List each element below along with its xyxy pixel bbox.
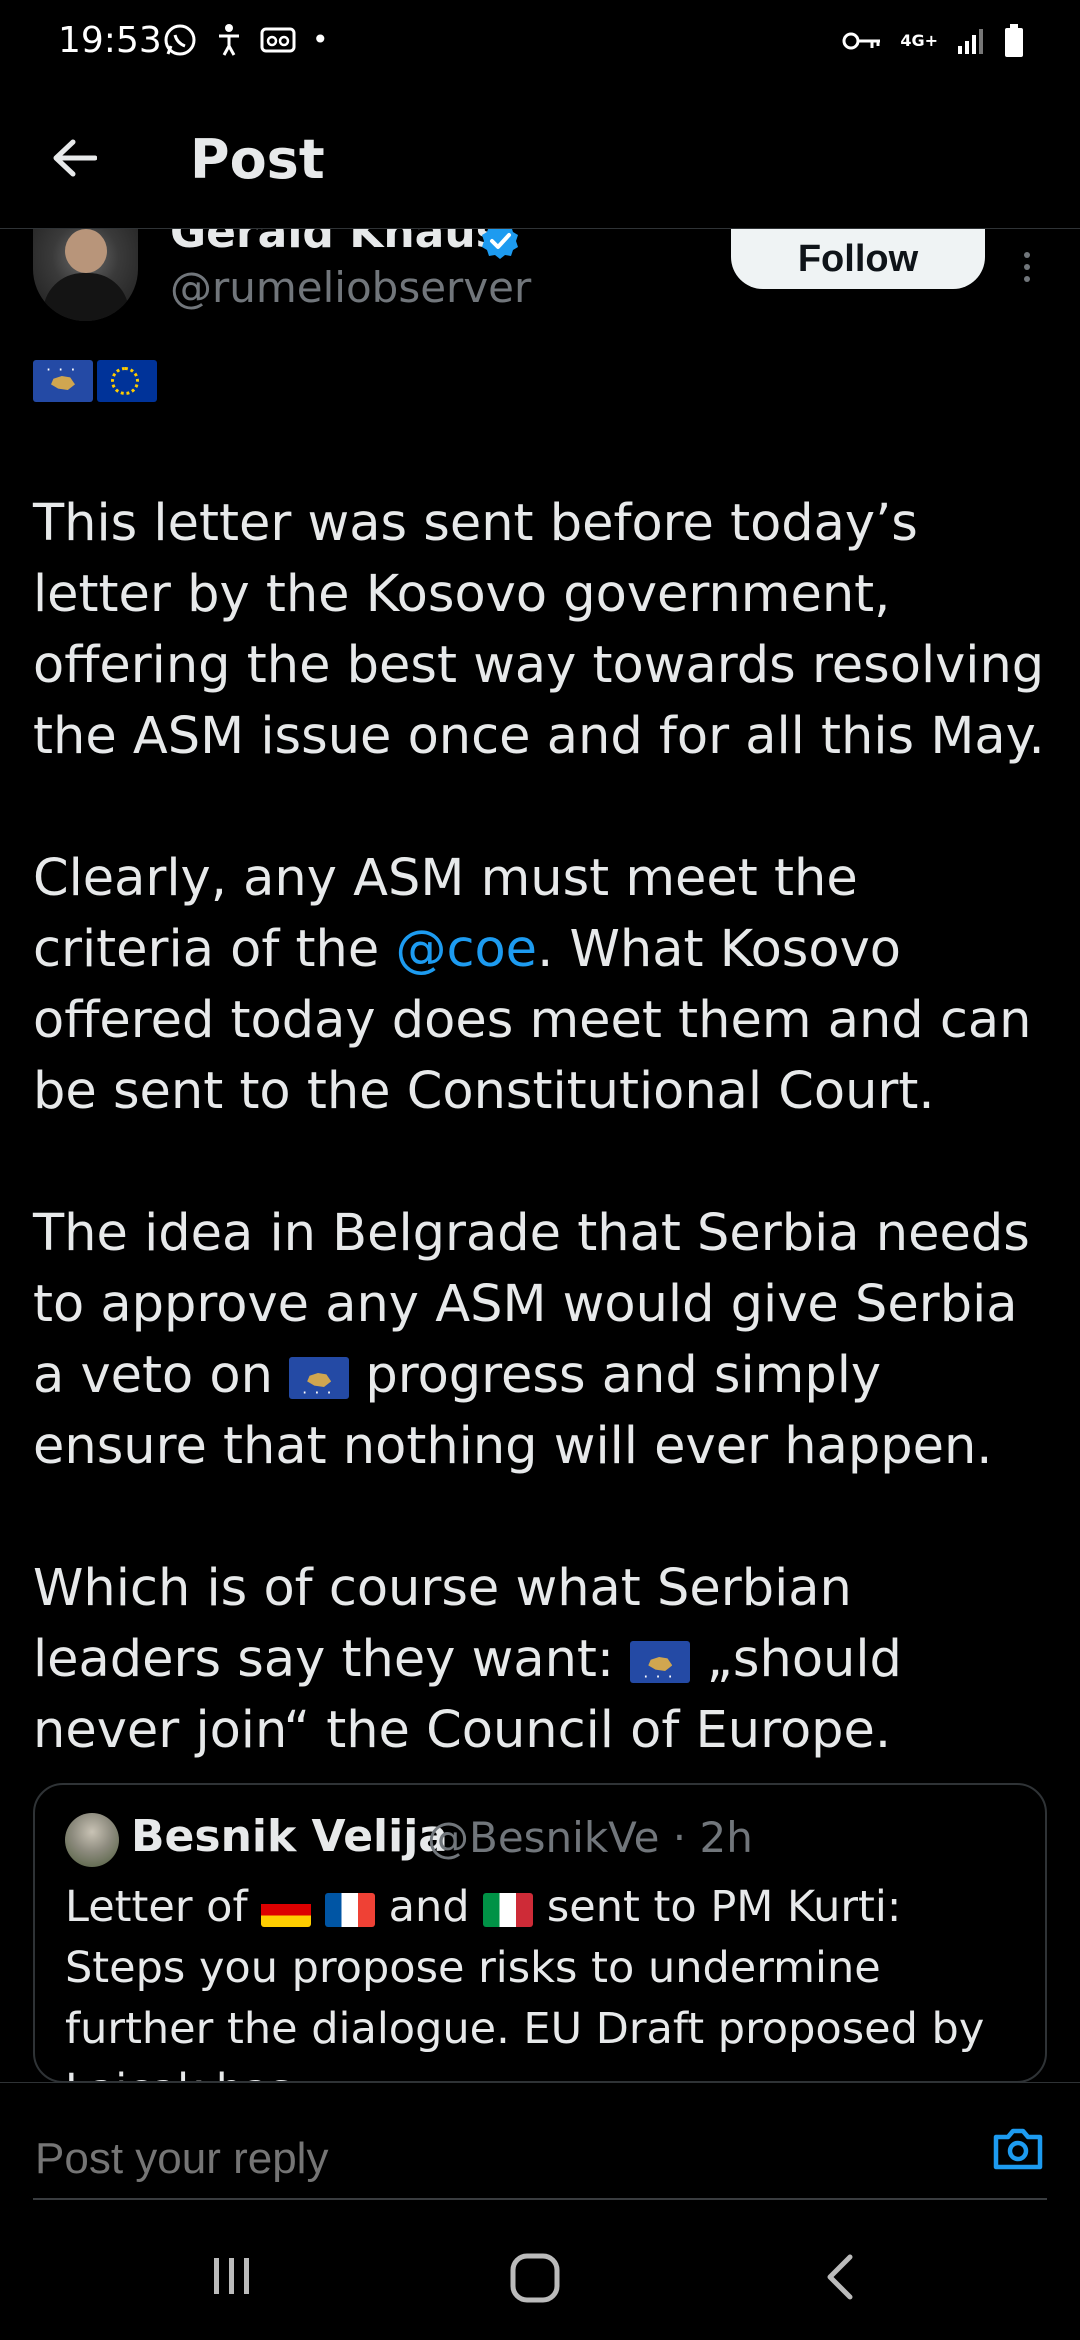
- author-name[interactable]: Gerald Knaus: [170, 229, 502, 258]
- app-header: Post: [0, 110, 1080, 228]
- italy-flag-icon: [483, 1892, 534, 1927]
- home-button[interactable]: [509, 2252, 561, 2304]
- signal-icon: [958, 29, 983, 54]
- france-flag-icon: [324, 1892, 375, 1927]
- quote-author-meta: @BesnikVe · 2h: [427, 1813, 753, 1862]
- quoted-post[interactable]: Besnik Velija @BesnikVe · 2h Letter of a…: [33, 1783, 1047, 2083]
- camera-icon: [993, 2128, 1043, 2170]
- author-avatar[interactable]: [33, 229, 138, 321]
- verified-badge-icon: [482, 229, 518, 259]
- avatar-body: [43, 273, 129, 321]
- author-row: Gerald Knaus @rumeliobserver Follow: [0, 229, 1080, 339]
- system-nav-bar: [0, 2212, 1080, 2340]
- accessibility-icon: [219, 24, 239, 56]
- tweet-paragraph: Clearly, any ASM must meet the criteria …: [33, 849, 1032, 1121]
- vr-icon: [260, 27, 296, 53]
- status-bar: 19:53 • 4G+: [0, 0, 1080, 86]
- reply-bar: [0, 2082, 1080, 2212]
- kosovo-flag-icon: [630, 1641, 691, 1712]
- recents-button[interactable]: [208, 2254, 256, 2298]
- follow-button[interactable]: Follow: [731, 229, 985, 289]
- network-type: 4G+: [900, 31, 938, 50]
- eu-flag-icon: [97, 360, 157, 402]
- reply-input[interactable]: [33, 2123, 937, 2195]
- quote-text: Letter of and sent to PM Kurti: Steps yo…: [65, 1882, 985, 2081]
- back-button[interactable]: [44, 128, 104, 188]
- camera-button[interactable]: [990, 2121, 1046, 2177]
- notification-icons: •: [162, 22, 329, 58]
- system-icons: 4G+: [842, 24, 1024, 58]
- kosovo-flag-icon: [33, 360, 93, 402]
- vertical-ellipsis-icon: [1024, 252, 1030, 258]
- kosovo-flag-icon: [289, 1357, 350, 1428]
- reply-divider: [33, 2198, 1047, 2200]
- status-time: 19:53: [58, 20, 162, 61]
- quote-author-name: Besnik Velija: [131, 1811, 448, 1862]
- germany-flag-icon: [261, 1892, 312, 1927]
- tweet-paragraph: Which is of course what Serbian leaders …: [33, 1553, 1053, 1766]
- quote-avatar: [65, 1813, 119, 1867]
- whatsapp-icon: [164, 24, 196, 56]
- arrow-left-icon: [53, 139, 97, 177]
- avatar-face: [65, 229, 107, 273]
- more-options-button[interactable]: [1010, 237, 1044, 297]
- tweet-text: This letter was sent before today’s lett…: [33, 488, 1053, 1766]
- mention-link[interactable]: @coe: [395, 920, 537, 979]
- dot-icon: •: [312, 23, 329, 56]
- author-flags: [33, 360, 157, 402]
- vpn-key-icon: [842, 32, 881, 50]
- author-handle[interactable]: @rumeliobserver: [170, 263, 531, 312]
- page-title: Post: [190, 128, 325, 191]
- tweet-paragraph: This letter was sent before today’s lett…: [33, 494, 1045, 766]
- system-back-button[interactable]: [820, 2252, 860, 2302]
- battery-icon: [1005, 24, 1023, 57]
- tweet-paragraph: The idea in Belgrade that Serbia needs t…: [33, 1198, 1053, 1482]
